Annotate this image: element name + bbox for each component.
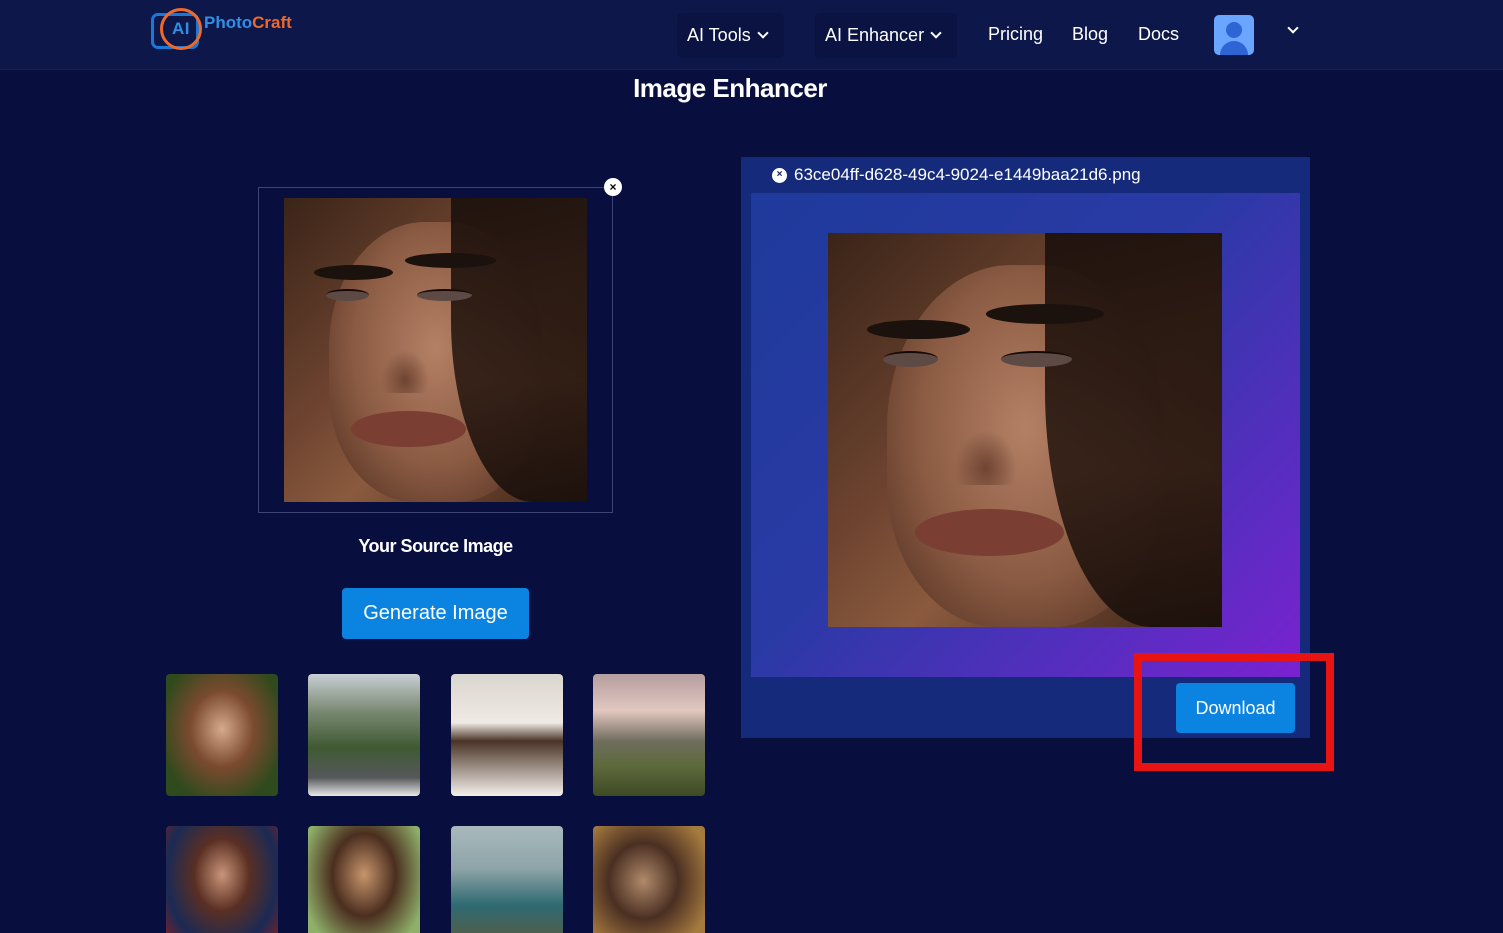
nav-docs-link[interactable]: Docs xyxy=(1138,24,1179,45)
avatar-head-shape xyxy=(1226,22,1242,38)
sample-thumbnail[interactable] xyxy=(308,826,420,933)
portrait-nose-shape xyxy=(954,430,1018,486)
portrait-brow-right xyxy=(405,252,497,268)
download-highlight-box xyxy=(1134,653,1334,771)
chevron-down-icon xyxy=(930,27,942,39)
nav-pricing-link[interactable]: Pricing xyxy=(988,24,1043,45)
source-image xyxy=(284,198,587,502)
portrait-eye-left xyxy=(883,351,939,367)
nav-ai-tools-label: AI Tools xyxy=(687,25,751,45)
logo-ring-shape: AI xyxy=(160,8,202,50)
nav-ai-tools-dropdown[interactable]: AI Tools xyxy=(677,13,784,58)
chevron-down-icon xyxy=(757,27,769,39)
sample-thumbnail[interactable] xyxy=(593,674,705,796)
source-image-label: Your Source Image xyxy=(358,536,513,556)
generate-image-button[interactable]: Generate Image xyxy=(342,588,529,639)
sample-thumbnail[interactable] xyxy=(451,674,563,796)
source-image-frame xyxy=(258,187,613,513)
avatar-body-shape xyxy=(1220,41,1248,55)
sample-thumbnail[interactable] xyxy=(166,674,278,796)
sample-thumbnail[interactable] xyxy=(593,826,705,933)
result-preview-area xyxy=(751,193,1300,677)
user-menu-chevron-down-icon[interactable] xyxy=(1287,22,1299,34)
portrait-nose-shape xyxy=(380,350,430,393)
remove-file-close-icon[interactable]: × xyxy=(772,167,787,183)
logo-wordmark: PhotoCraft xyxy=(204,13,292,33)
logo[interactable]: AI PhotoCraft xyxy=(150,7,320,53)
portrait-brow-left xyxy=(314,264,394,281)
page-title: Image Enhancer xyxy=(633,73,827,103)
nav-ai-enhancer-dropdown[interactable]: AI Enhancer xyxy=(815,13,957,58)
sample-thumbnail[interactable] xyxy=(308,674,420,796)
result-file-row: × 63ce04ff-d628-49c4-9024-e1449baa21d6.p… xyxy=(772,164,1141,186)
sample-thumbnail[interactable] xyxy=(451,826,563,933)
portrait-brow-right xyxy=(985,303,1104,324)
logo-icon: AI xyxy=(150,7,202,53)
top-header: AI PhotoCraft AI Tools AI Enhancer Prici… xyxy=(0,0,1503,70)
portrait-lips-shape xyxy=(350,410,466,448)
nav-blog-link[interactable]: Blog xyxy=(1072,24,1108,45)
portrait-lips-shape xyxy=(914,508,1065,557)
nav-ai-enhancer-label: AI Enhancer xyxy=(825,25,925,45)
logo-ai-text: AI xyxy=(172,19,190,38)
user-avatar[interactable] xyxy=(1214,15,1254,55)
logo-craft-text: Craft xyxy=(252,13,292,32)
enhanced-image xyxy=(828,233,1222,627)
logo-photo-text: Photo xyxy=(204,13,253,32)
portrait-brow-left xyxy=(867,319,970,340)
sample-thumbnail[interactable] xyxy=(166,826,278,933)
portrait-eye-right xyxy=(1001,351,1073,367)
result-filename: 63ce04ff-d628-49c4-9024-e1449baa21d6.png xyxy=(794,165,1141,184)
remove-source-image-close-icon[interactable]: × xyxy=(604,178,622,196)
